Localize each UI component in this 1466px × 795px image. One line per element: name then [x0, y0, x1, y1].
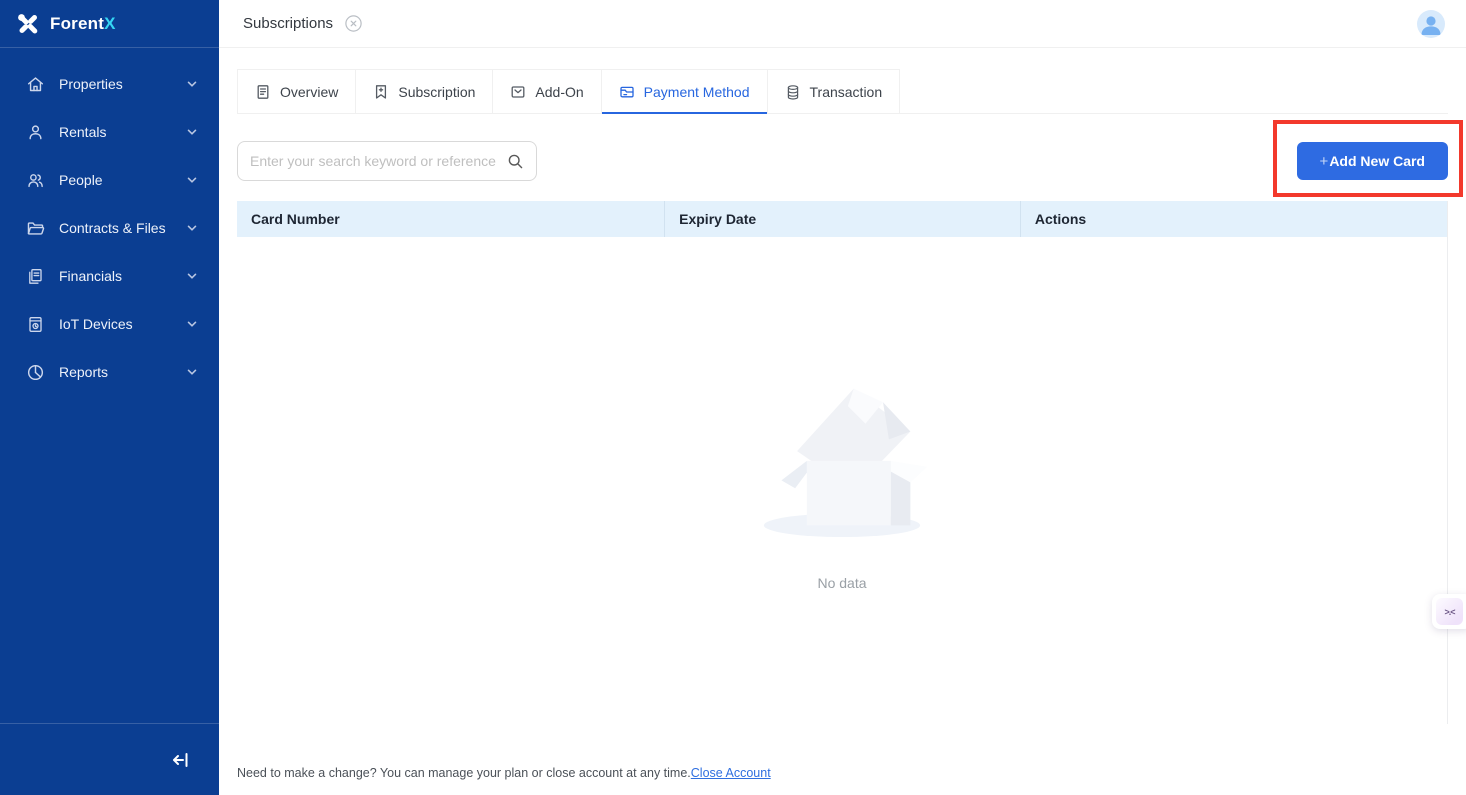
chevron-down-icon	[185, 365, 199, 379]
table-empty-state: No data	[237, 237, 1447, 724]
file-text-icon	[255, 84, 271, 100]
tab-add-on[interactable]: Add-On	[493, 69, 601, 113]
content: Overview Subscription	[219, 48, 1466, 795]
sidebar: ForentX Properties Rentals	[0, 0, 219, 795]
top-bar: Subscriptions	[219, 0, 1466, 48]
nav-label: People	[59, 172, 185, 188]
iot-device-icon	[26, 315, 45, 334]
nav-label: Reports	[59, 364, 185, 380]
empty-box-illustration	[754, 371, 930, 539]
toolbar: +Add New Card	[237, 141, 1448, 181]
chevron-down-icon	[185, 173, 199, 187]
column-header-expiry-date: Expiry Date	[664, 201, 1020, 237]
tab-label: Add-On	[535, 84, 583, 100]
tab-label: Transaction	[810, 84, 883, 100]
sidebar-item-financials[interactable]: Financials	[0, 252, 219, 300]
user-avatar[interactable]	[1417, 10, 1445, 38]
chevron-down-icon	[185, 269, 199, 283]
chevron-down-icon	[185, 221, 199, 235]
people-icon	[26, 171, 45, 190]
chevron-down-icon	[185, 317, 199, 331]
chevron-down-icon	[185, 77, 199, 91]
nav-label: IoT Devices	[59, 316, 185, 332]
mail-icon	[510, 84, 526, 100]
close-account-link[interactable]: Close Account	[691, 766, 771, 780]
add-card-wrap: +Add New Card	[1297, 142, 1448, 180]
search-box	[237, 141, 537, 181]
tab-transaction[interactable]: Transaction	[768, 69, 901, 113]
coins-icon	[785, 84, 801, 100]
sidebar-item-people[interactable]: People	[0, 156, 219, 204]
column-header-actions: Actions	[1020, 201, 1447, 237]
tab-subscription[interactable]: Subscription	[356, 69, 493, 113]
tab-bar: Overview Subscription	[237, 69, 1448, 114]
main-area: Subscriptions	[219, 0, 1466, 795]
subscriptions-page-tab: Subscriptions	[243, 15, 362, 32]
logo: ForentX	[0, 0, 219, 48]
tab-label: Subscription	[398, 84, 475, 100]
page-title: Subscriptions	[243, 15, 333, 32]
plus-glyph: +	[1320, 153, 1329, 170]
tab-label: Overview	[280, 84, 338, 100]
pie-chart-icon	[26, 363, 45, 382]
documents-icon	[26, 267, 45, 286]
nav-label: Properties	[59, 76, 185, 92]
logo-text: ForentX	[50, 14, 116, 34]
sidebar-nav: Properties Rentals People	[0, 48, 219, 723]
payment-card-icon	[619, 84, 635, 100]
sidebar-item-rentals[interactable]: Rentals	[0, 108, 219, 156]
person-icon	[26, 123, 45, 142]
tab-payment-method[interactable]: Payment Method	[602, 69, 768, 113]
sidebar-item-contracts-files[interactable]: Contracts & Files	[0, 204, 219, 252]
feedback-widget-button[interactable]: >.<	[1432, 594, 1466, 629]
tab-overview[interactable]: Overview	[237, 69, 356, 113]
nav-label: Contracts & Files	[59, 220, 185, 236]
bookmark-plus-icon	[373, 84, 389, 100]
home-icon	[26, 75, 45, 94]
chevron-down-icon	[185, 125, 199, 139]
add-new-card-button[interactable]: +Add New Card	[1297, 142, 1448, 180]
search-icon[interactable]	[507, 153, 524, 170]
close-tab-icon[interactable]	[345, 15, 362, 32]
table-header-row: Card Number Expiry Date Actions	[237, 201, 1447, 237]
no-data-text: No data	[817, 575, 866, 591]
kaomoji-face-icon: >.<	[1436, 598, 1463, 625]
collapse-sidebar-icon[interactable]	[171, 749, 193, 771]
nav-label: Financials	[59, 268, 185, 284]
sidebar-item-properties[interactable]: Properties	[0, 60, 219, 108]
search-input[interactable]	[250, 153, 507, 169]
column-header-card-number: Card Number	[237, 201, 664, 237]
sidebar-footer	[0, 723, 219, 795]
forentx-logo-icon	[16, 12, 40, 36]
sidebar-item-iot-devices[interactable]: IoT Devices	[0, 300, 219, 348]
add-button-label: Add New Card	[1329, 153, 1425, 169]
tab-label: Payment Method	[644, 84, 750, 100]
sidebar-item-reports[interactable]: Reports	[0, 348, 219, 396]
folder-icon	[26, 219, 45, 238]
footer-text: Need to make a change? You can manage yo…	[237, 766, 691, 780]
nav-label: Rentals	[59, 124, 185, 140]
plan-footer: Need to make a change? You can manage yo…	[237, 766, 1448, 780]
cards-table: Card Number Expiry Date Actions No data	[237, 201, 1448, 724]
